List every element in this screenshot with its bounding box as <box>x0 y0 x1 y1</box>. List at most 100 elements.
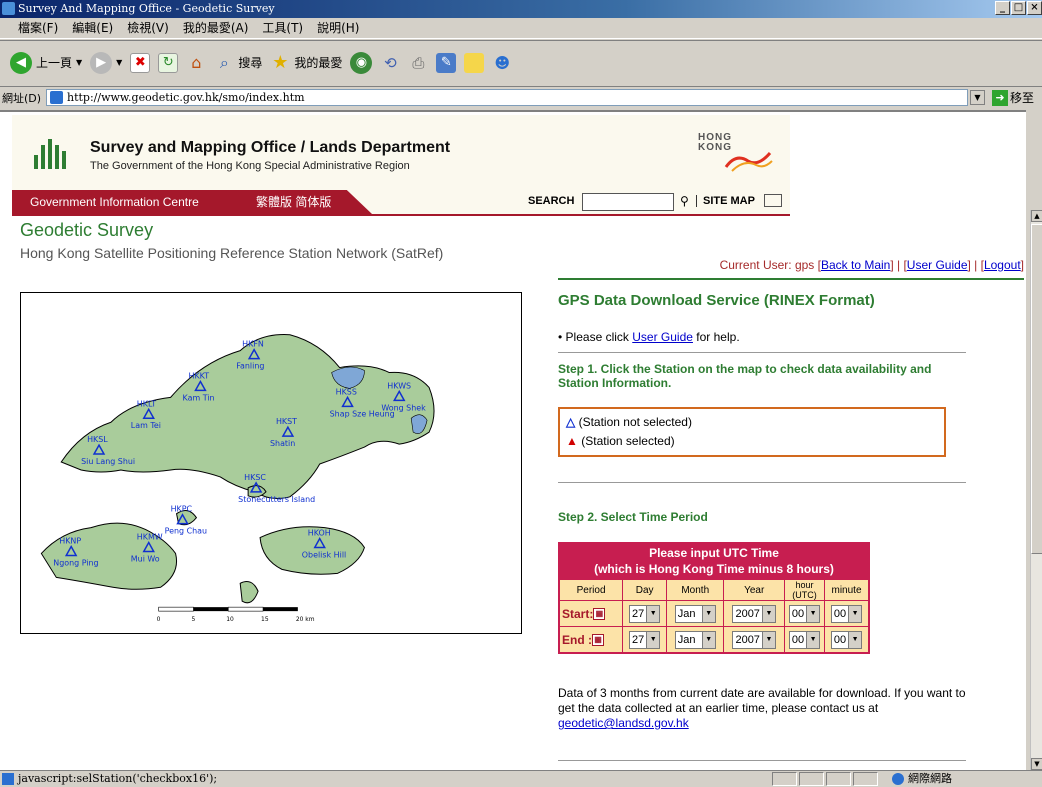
home-icon[interactable]: ⌂ <box>186 53 206 73</box>
legend-not-selected: (Station not selected) <box>578 415 692 429</box>
menu-file[interactable]: 檔案(F) <box>18 18 58 38</box>
forward-button[interactable]: ▶ ▼ <box>90 51 123 74</box>
menu-view[interactable]: 檢視(V) <box>127 18 169 38</box>
current-user-text: Current User: gps <box>719 258 815 272</box>
station-code-label: HKSS <box>336 387 357 396</box>
media-icon[interactable]: ◉ <box>350 51 373 74</box>
mail-icon[interactable] <box>764 194 782 207</box>
end-month-select[interactable]: Jan ▼ <box>674 630 716 649</box>
stop-icon[interactable]: ✖ <box>130 52 151 73</box>
user-guide-link[interactable]: User Guide <box>907 258 968 272</box>
go-button[interactable]: ➜ 移至 <box>992 89 1034 106</box>
search-icon[interactable]: ⚲ <box>680 194 689 208</box>
column-header: hour (UTC) <box>784 579 826 601</box>
minimize-button[interactable]: _ <box>995 1 1010 15</box>
favorites-button[interactable]: ★ 我的最愛 <box>270 52 343 73</box>
start-day-select[interactable]: 27 ▼ <box>629 604 661 623</box>
map-scale-bar: 0 5 10 15 20 km <box>157 606 315 623</box>
status-bar: javascript:selStation('checkbox16'); 網際網… <box>0 770 1042 787</box>
station-map[interactable]: HKFN Fanling HKKT Kam Tin HKLT Lam Tei HKSL Siu… <box>20 292 522 634</box>
menu-edit[interactable]: 編輯(E) <box>72 18 113 38</box>
address-label: 網址(D) <box>2 91 42 105</box>
edit-icon[interactable]: ✎ <box>436 52 457 73</box>
zone-label: 網際網路 <box>908 772 952 785</box>
language-links[interactable]: 繁體版 简体版 <box>256 190 331 214</box>
help-prefix: Please click <box>565 330 629 344</box>
favorites-label: 我的最愛 <box>294 56 343 70</box>
help-suffix: for help. <box>696 330 740 344</box>
maximize-button[interactable]: □ <box>1011 1 1026 15</box>
station-name-label: Fanling <box>236 362 264 371</box>
start-row: Start: ▦ 27 ▼ Jan ▼ 2007 ▼ 00 ▼ 00 ▼ <box>558 600 869 627</box>
history-icon[interactable]: ⟲ <box>380 53 400 73</box>
lamma-island-land <box>239 581 259 604</box>
end-hour-select[interactable]: 00 ▼ <box>788 630 821 649</box>
site-search-input[interactable] <box>582 193 674 211</box>
back-to-main-link[interactable]: Back to Main <box>821 258 890 272</box>
station-name-label: Lam Tei <box>131 421 161 430</box>
column-header: minute <box>824 579 869 601</box>
calendar-icon[interactable]: ▦ <box>593 608 606 621</box>
address-input[interactable]: http://www.geodetic.gov.hk/smo/index.htm <box>46 89 968 106</box>
end-minute-select[interactable]: 00 ▼ <box>830 630 863 649</box>
station-code-label: HKLT <box>137 399 157 408</box>
station-name-label: Shatin <box>270 439 295 448</box>
chevron-down-icon: ▼ <box>116 58 123 67</box>
utc-line2: (which is Hong Kong Time minus 8 hours) <box>594 562 834 576</box>
go-label: 移至 <box>1010 91 1035 105</box>
help-user-guide-link[interactable]: User Guide <box>632 330 693 344</box>
header-divider <box>12 214 790 216</box>
station-name-label: Ngong Ping <box>53 558 98 567</box>
calendar-icon[interactable]: ▦ <box>592 634 604 647</box>
triangle-filled-icon: ▲ <box>566 434 578 448</box>
help-line: • Please click User Guide for help. <box>558 330 740 344</box>
site-map-link[interactable]: SITE MAP <box>696 195 755 207</box>
section-divider <box>558 482 966 483</box>
end-year-select[interactable]: 2007 ▼ <box>732 630 776 649</box>
scale-label: 5 <box>191 616 195 623</box>
station-name-label: Siu Lang Shui <box>81 457 135 466</box>
address-dropdown-button[interactable]: ▼ <box>970 90 985 105</box>
messenger-icon[interactable]: ☻ <box>492 53 512 73</box>
utc-time-form: Please input UTC Time (which is Hong Kon… <box>558 542 870 654</box>
column-header: Month <box>666 579 725 601</box>
star-icon: ★ <box>272 52 289 73</box>
step2-heading: Step 2. Select Time Period <box>558 510 708 524</box>
station-code-label: HKFN <box>242 340 264 349</box>
station-code-label: HKSL <box>87 435 108 444</box>
station-name-label: Wong Shek <box>381 403 426 412</box>
gic-link[interactable]: Government Information Centre 繁體版 简体版 <box>12 190 372 214</box>
start-month-select[interactable]: Jan ▼ <box>674 604 716 623</box>
step1-heading: Step 1. Click the Station on the map to … <box>558 362 932 390</box>
station-code-label: HKOH <box>308 529 331 538</box>
folder-icon[interactable] <box>464 52 485 73</box>
menu-tools[interactable]: 工具(T) <box>262 18 303 38</box>
menu-help[interactable]: 說明(H) <box>317 18 359 38</box>
page-icon <box>2 773 14 785</box>
station-name-label: Obelisk Hill <box>302 550 346 559</box>
svg-text:05101520 km: 0 5 10 15 20 km <box>157 616 315 623</box>
back-button[interactable]: ◀ 上一頁 ▼ <box>10 51 82 74</box>
globe-icon <box>892 773 904 785</box>
scale-label: 0 <box>157 616 161 623</box>
refresh-icon[interactable]: ↻ <box>158 52 179 73</box>
close-button[interactable]: × <box>1027 1 1042 15</box>
station-code-label: HKWS <box>387 381 411 390</box>
start-hour-select[interactable]: 00 ▼ <box>788 604 821 623</box>
print-icon[interactable]: ⎙ <box>408 53 428 73</box>
start-minute-select[interactable]: 00 ▼ <box>830 604 863 623</box>
utc-line1: Please input UTC Time <box>649 546 779 560</box>
end-day-select[interactable]: 27 ▼ <box>629 630 661 649</box>
scrollbar-thumb[interactable] <box>1031 224 1042 554</box>
search-button[interactable]: ⌕ 搜尋 <box>214 53 263 73</box>
column-header: Year <box>723 579 786 601</box>
gic-label: Government Information Centre <box>30 195 199 209</box>
vertical-scrollbar[interactable]: ▲ ▼ <box>1030 210 1042 770</box>
utc-table: Period Day Month Year hour (UTC) minute … <box>558 579 869 653</box>
logout-link[interactable]: Logout <box>984 258 1021 272</box>
contact-email-link[interactable]: geodetic@landsd.gov.hk <box>558 716 689 730</box>
menu-favorites[interactable]: 我的最愛(A) <box>183 18 249 38</box>
start-year-select[interactable]: 2007 ▼ <box>732 604 776 623</box>
scroll-up-icon[interactable]: ▲ <box>1031 210 1042 222</box>
scroll-down-icon[interactable]: ▼ <box>1031 758 1042 770</box>
